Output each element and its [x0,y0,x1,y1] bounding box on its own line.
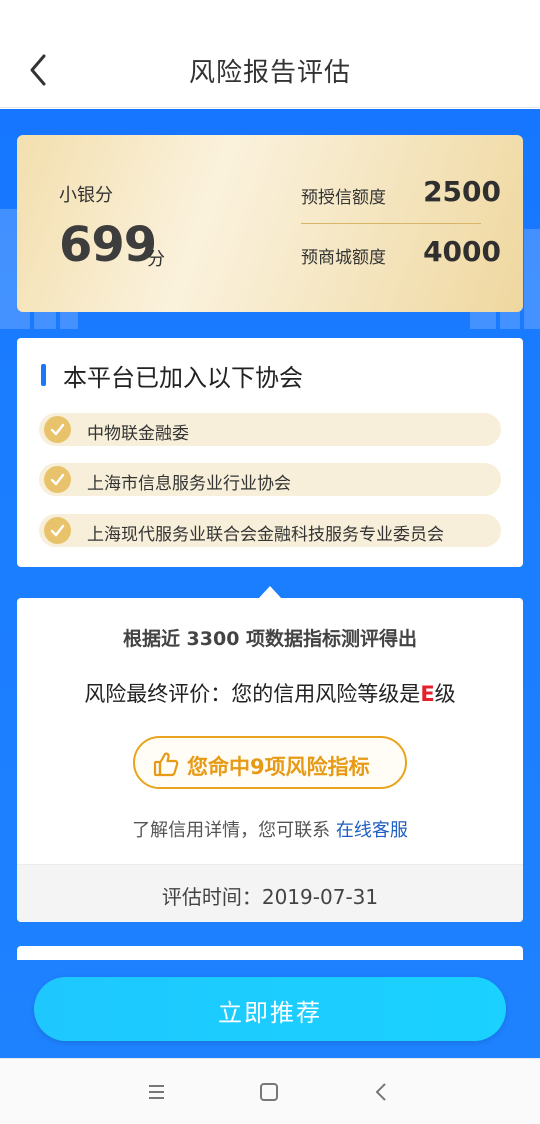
header-bar: 风险报告评估 [0,0,540,108]
risk-grade: E [420,682,435,706]
association-item: 上海现代服务业联合会金融科技服务专业委员会 [39,514,501,547]
system-nav-bar [0,1058,540,1124]
online-service-link[interactable]: 在线客服 [336,820,408,841]
nav-menu-button[interactable] [142,1079,172,1105]
check-icon [44,466,71,493]
evaluation-time: 评估时间：2019-07-31 [161,885,379,909]
title-accent-bar [41,364,46,386]
home-square-icon [260,1083,278,1101]
menu-icon [149,1085,164,1099]
quota-value: 2500 [423,175,501,208]
score-value: 699 [59,217,157,273]
quota-divider [301,223,481,224]
association-label: 上海市信息服务业行业协会 [87,474,291,494]
score-label: 小银分 [59,185,113,206]
recommend-now-label: 立即推荐 [218,999,322,1027]
evaluation-basis: 根据近 3300 项数据指标测评得出 [122,628,418,650]
nav-back-button[interactable] [366,1079,396,1105]
next-card-peek [17,946,523,960]
check-icon [44,416,71,443]
back-triangle-icon [376,1083,386,1101]
credit-score-card: 小银分 699 分 预授信额度 2500 预商城额度 4000 [17,135,523,312]
nav-home-button[interactable] [254,1079,284,1105]
association-label: 上海现代服务业联合会金融科技服务专业委员会 [87,525,444,545]
quota-label: 预授信额度 [301,188,386,208]
risk-rating: 风险最终评价：您的信用风险等级是E级 [17,678,523,708]
rating-suffix: 级 [434,682,456,706]
risk-indicators-label: 您命中9项风险指标 [187,755,370,779]
page-title: 风险报告评估 [188,58,351,88]
association-item: 中物联金融委 [39,413,501,446]
quota-label: 预商城额度 [301,248,386,268]
contact-line: 了解信用详情，您可联系 在线客服 [17,816,523,842]
association-item: 上海市信息服务业行业协会 [39,463,501,496]
risk-result-card: 根据近 3300 项数据指标测评得出 风险最终评价：您的信用风险等级是E级 您命… [17,598,523,922]
score-unit: 分 [147,249,165,270]
pre-mall-quota: 预商城额度 4000 [301,235,501,275]
contact-text: 了解信用详情，您可联系 [132,820,336,841]
recommend-now-button[interactable]: 立即推荐 [34,977,506,1041]
association-label: 中物联金融委 [87,424,189,444]
quota-value: 4000 [423,235,501,268]
association-card: 本平台已加入以下协会 中物联金融委 上海市信息服务业行业协会 上海现代服务业联合… [17,338,523,567]
evaluation-time-bar: 评估时间：2019-07-31 [17,864,523,922]
pre-credit-quota: 预授信额度 2500 [301,175,501,215]
risk-indicators-button[interactable]: 您命中9项风险指标 [133,736,407,789]
check-icon [44,517,71,544]
rating-prefix: 风险最终评价：您的信用风险等级是 [84,682,421,706]
thumbs-up-icon [153,752,179,777]
association-title: 本平台已加入以下协会 [63,364,303,392]
